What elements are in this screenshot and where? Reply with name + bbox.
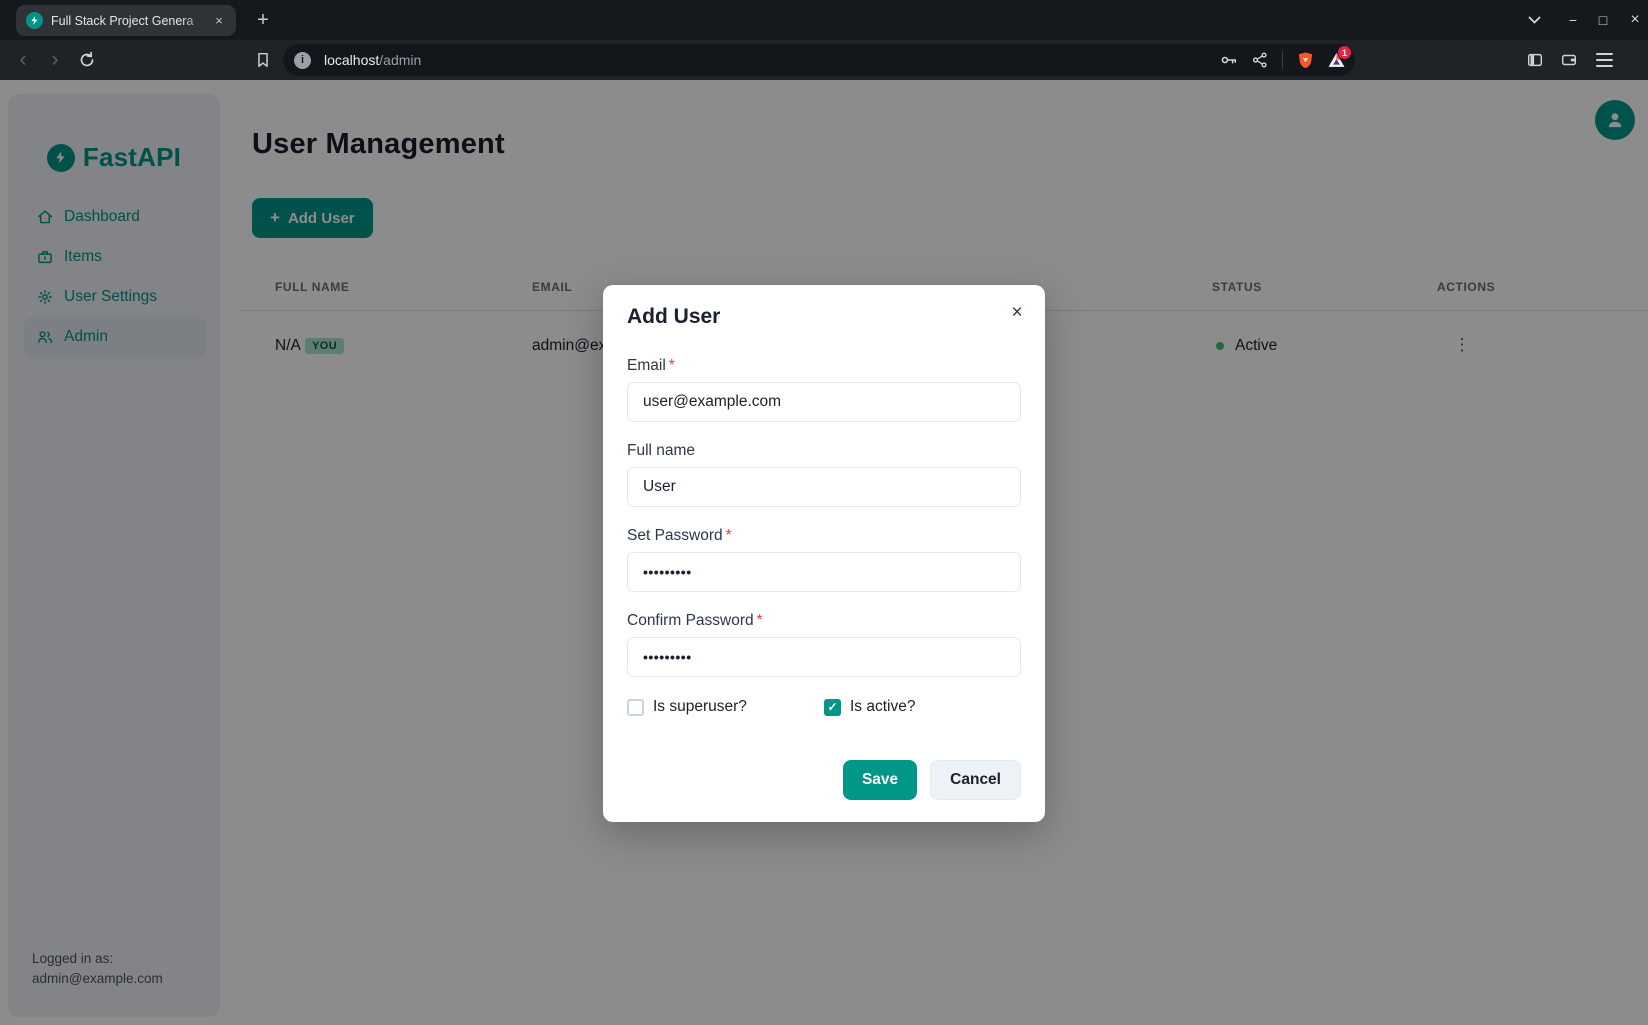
sidebar-panel-icon[interactable] xyxy=(1526,51,1544,69)
full-name-field[interactable] xyxy=(627,467,1021,507)
modal-close-icon[interactable]: × xyxy=(1001,297,1033,329)
tab-title: Full Stack Project Genera xyxy=(51,14,210,28)
email-field-group: Email* xyxy=(627,357,1021,422)
modal-title: Add User xyxy=(627,305,1021,329)
fastapi-favicon-icon xyxy=(26,12,43,29)
browser-toolbar: ‹ › i localhost/admin 1 xyxy=(0,40,1648,80)
tab-close-icon[interactable]: × xyxy=(210,12,228,30)
window-maximize-button[interactable]: □ xyxy=(1588,5,1618,35)
reload-button[interactable] xyxy=(78,51,96,69)
window-minimize-button[interactable]: − xyxy=(1558,5,1588,35)
app-viewport: FastAPI Dashboard Items xyxy=(0,80,1648,1025)
password-key-icon[interactable] xyxy=(1220,51,1238,69)
required-marker: * xyxy=(669,357,675,374)
is-active-label: Is active? xyxy=(850,698,915,716)
browser-window: Full Stack Project Genera × + − □ × ‹ › … xyxy=(0,0,1648,1025)
wallet-panel-icon[interactable] xyxy=(1560,51,1578,69)
save-button[interactable]: Save xyxy=(843,760,917,800)
check-icon: ✓ xyxy=(827,700,837,714)
share-icon[interactable] xyxy=(1251,51,1269,69)
is-active-option[interactable]: ✓ Is active? xyxy=(824,698,1021,716)
add-user-modal: × Add User Email* Full name Set Password… xyxy=(603,285,1045,822)
new-tab-button[interactable]: + xyxy=(250,7,276,33)
toolbar-separator xyxy=(1282,51,1283,69)
set-password-field[interactable] xyxy=(627,552,1021,592)
checkbox-row: Is superuser? ✓ Is active? xyxy=(627,698,1021,716)
is-superuser-checkbox[interactable] xyxy=(627,699,644,716)
browser-tab[interactable]: Full Stack Project Genera × xyxy=(16,5,236,36)
required-marker: * xyxy=(726,527,732,544)
cancel-button[interactable]: Cancel xyxy=(930,760,1021,800)
back-button[interactable]: ‹ xyxy=(8,40,38,80)
full-name-field-group: Full name xyxy=(627,442,1021,507)
site-info-icon[interactable]: i xyxy=(294,52,311,69)
tab-strip: Full Stack Project Genera × + − □ × xyxy=(0,0,1648,40)
set-password-label: Set Password* xyxy=(627,527,1021,545)
url-host: localhost xyxy=(324,52,379,68)
brave-shield-icon[interactable] xyxy=(1296,51,1314,69)
confirm-password-field-group: Confirm Password* xyxy=(627,612,1021,677)
modal-buttons: Save Cancel xyxy=(627,760,1021,800)
confirm-password-field[interactable] xyxy=(627,637,1021,677)
window-close-button[interactable]: × xyxy=(1620,5,1648,35)
is-active-checkbox[interactable]: ✓ xyxy=(824,699,841,716)
confirm-password-label: Confirm Password* xyxy=(627,612,1021,630)
is-superuser-label: Is superuser? xyxy=(653,698,747,716)
email-field[interactable] xyxy=(627,382,1021,422)
set-password-field-group: Set Password* xyxy=(627,527,1021,592)
forward-button[interactable]: › xyxy=(40,40,70,80)
url-path: /admin xyxy=(379,52,421,68)
email-label: Email* xyxy=(627,357,1021,375)
is-superuser-option[interactable]: Is superuser? xyxy=(627,698,824,716)
rewards-badge: 1 xyxy=(1338,46,1351,59)
required-marker: * xyxy=(757,612,763,629)
tab-search-chevron-icon[interactable] xyxy=(1519,5,1549,35)
brave-rewards-icon[interactable]: 1 xyxy=(1327,51,1345,69)
menu-icon[interactable] xyxy=(1596,53,1613,67)
url-bar[interactable]: i localhost/admin 1 xyxy=(283,44,1355,76)
bookmark-icon[interactable] xyxy=(254,51,272,69)
full-name-label: Full name xyxy=(627,442,1021,460)
